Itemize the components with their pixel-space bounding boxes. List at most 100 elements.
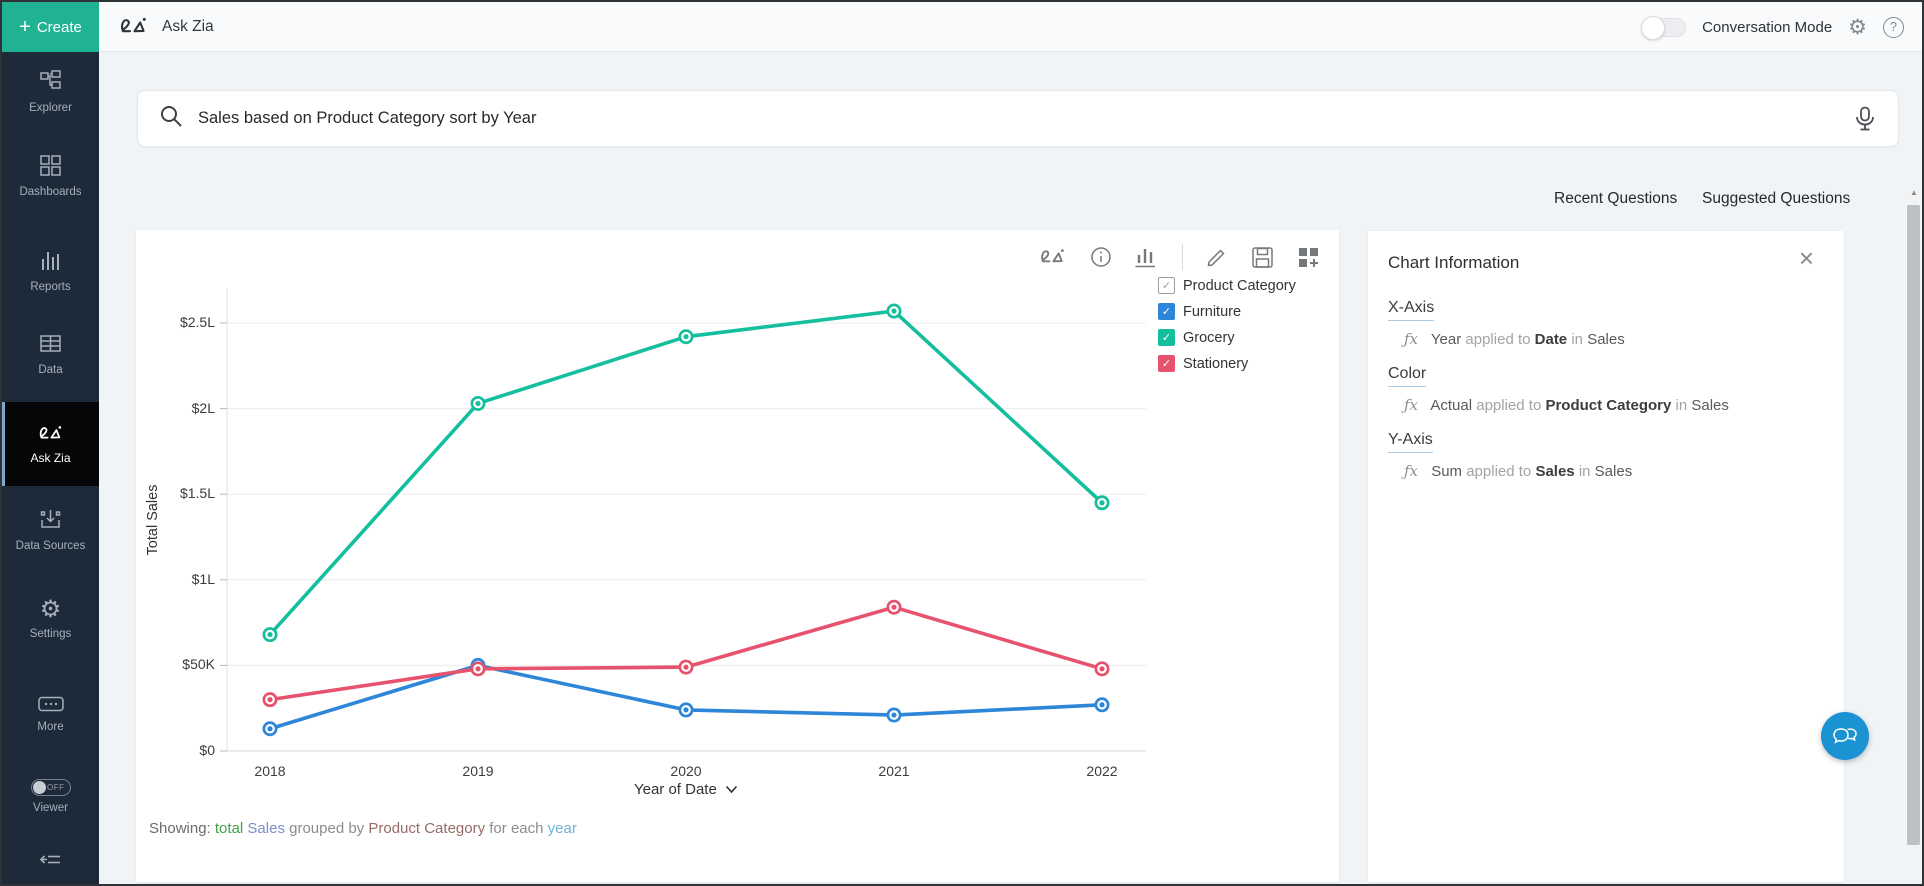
close-icon[interactable]: ×	[1799, 243, 1814, 274]
sidebar-item-more[interactable]: More	[2, 696, 99, 733]
gear-icon: ⚙	[40, 598, 62, 622]
sidebar-item-reports[interactable]: Reports	[2, 249, 99, 293]
scroll-up-icon[interactable]: ▲	[1906, 188, 1922, 197]
sidebar-item-dashboards[interactable]: Dashboards	[2, 154, 99, 198]
sidebar-item-ask-zia-active[interactable]: Ask Zia	[2, 402, 99, 486]
viewer-toggle-knob	[33, 781, 46, 794]
data-point-stationery-2022[interactable]	[1099, 666, 1104, 671]
sidebar-item-settings[interactable]: ⚙ Settings	[2, 598, 99, 640]
field-name: Date	[1535, 331, 1568, 348]
microphone-icon[interactable]	[1854, 106, 1876, 139]
data-point-stationery-2019[interactable]	[475, 666, 480, 671]
sidebar-item-label: Reports	[30, 281, 70, 293]
x-tick-label: 2020	[641, 763, 731, 779]
sidebar-item-viewer[interactable]: OFF Viewer	[2, 779, 99, 814]
showing-group-field[interactable]: Product Category	[368, 820, 485, 837]
data-point-grocery-2022[interactable]	[1099, 500, 1104, 505]
y-tick-label: $2.5L	[136, 314, 215, 330]
y-tick-label: $0	[136, 742, 215, 758]
table-name: Sales	[1595, 463, 1633, 480]
section-title[interactable]: Color	[1388, 365, 1426, 387]
sidebar-item-label: Data	[38, 364, 62, 376]
showing-measure[interactable]: Sales	[247, 820, 285, 837]
plus-icon: +	[19, 17, 31, 37]
y-tick-label: $50K	[136, 656, 215, 672]
chart-card: ✓ Product Category ✓Furniture✓Grocery✓St…	[136, 230, 1339, 882]
sidebar: + Create Explorer Dashboards	[2, 2, 99, 884]
chat-assistant-button[interactable]	[1821, 712, 1869, 760]
sidebar-item-label: Data Sources	[11, 539, 91, 554]
info-section-y-axis: Y-Axis ƒx Sum applied to Sales in Sales	[1388, 431, 1824, 480]
recent-questions-link[interactable]: Recent Questions	[1554, 190, 1677, 208]
in-text: in	[1571, 331, 1583, 348]
section-title[interactable]: Y-Axis	[1388, 431, 1433, 453]
chevron-down-icon	[725, 785, 738, 794]
applied-to-text: applied to	[1476, 397, 1541, 414]
showing-grouped-by: grouped by	[289, 820, 364, 837]
function-name: Sum	[1431, 463, 1462, 480]
toggle-knob	[1641, 16, 1665, 40]
data-point-grocery-2021[interactable]	[891, 308, 896, 313]
sidebar-item-data[interactable]: Data	[2, 332, 99, 376]
sidebar-item-label: Settings	[30, 628, 72, 640]
more-icon	[38, 696, 64, 715]
viewer-toggle-state: OFF	[47, 783, 65, 792]
data-point-grocery-2020[interactable]	[683, 334, 688, 339]
scrollbar-thumb[interactable]	[1907, 205, 1920, 845]
field-name: Product Category	[1545, 397, 1671, 414]
section-title[interactable]: X-Axis	[1388, 299, 1434, 321]
y-tick-label: $1L	[136, 571, 215, 587]
explorer-icon	[39, 70, 62, 96]
data-point-grocery-2019[interactable]	[475, 401, 480, 406]
series-line-stationery	[270, 607, 1102, 699]
x-tick-label: 2021	[849, 763, 939, 779]
showing-time-field[interactable]: year	[548, 820, 577, 837]
applied-to-text: applied to	[1466, 463, 1531, 480]
showing-prefix: Showing:	[149, 820, 211, 837]
help-icon[interactable]: ?	[1883, 17, 1904, 38]
data-point-furniture-2022[interactable]	[1099, 702, 1104, 707]
x-tick-label: 2019	[433, 763, 523, 779]
sidebar-collapse-button[interactable]	[2, 850, 99, 873]
sidebar-item-data-sources[interactable]: Data Sources	[2, 507, 99, 554]
in-text: in	[1579, 463, 1591, 480]
sidebar-item-label: Ask Zia	[30, 451, 70, 465]
sidebar-item-label: Viewer	[33, 802, 68, 814]
reports-icon	[39, 249, 62, 275]
data-point-grocery-2018[interactable]	[267, 632, 272, 637]
panel-title: Chart Information	[1388, 253, 1519, 273]
data-point-stationery-2021[interactable]	[891, 605, 896, 610]
field-name: Sales	[1535, 463, 1574, 480]
data-point-stationery-2018[interactable]	[267, 697, 272, 702]
search-icon	[158, 103, 184, 134]
sidebar-item-label: Explorer	[29, 102, 72, 114]
suggested-questions-link[interactable]: Suggested Questions	[1702, 190, 1850, 208]
dashboards-icon	[39, 154, 62, 180]
applied-to-text: applied to	[1465, 331, 1530, 348]
conversation-mode-toggle[interactable]	[1642, 18, 1686, 37]
table-name: Sales	[1691, 397, 1729, 414]
data-point-stationery-2020[interactable]	[683, 665, 688, 670]
data-point-furniture-2018[interactable]	[267, 726, 272, 731]
create-button[interactable]: + Create	[2, 2, 99, 52]
settings-gear-icon[interactable]: ⚙	[1848, 17, 1867, 38]
showing-summary: Showing: total Sales grouped by Product …	[149, 820, 577, 837]
x-axis-field-dropdown[interactable]: Year of Date	[576, 781, 796, 798]
data-point-furniture-2021[interactable]	[891, 712, 896, 717]
scrollbar[interactable]: ▲	[1906, 183, 1922, 884]
y-tick-label: $1.5L	[136, 485, 215, 501]
search-query-text: Sales based on Product Category sort by …	[198, 109, 536, 128]
viewer-toggle[interactable]: OFF	[31, 779, 71, 796]
chat-bubbles-icon	[1832, 724, 1858, 748]
page-title: Ask Zia	[162, 18, 214, 36]
top-bar: Ask Zia Conversation Mode ⚙ ?	[99, 2, 1922, 52]
showing-aggregate[interactable]: total	[215, 820, 243, 837]
series-line-furniture	[270, 665, 1102, 728]
y-tick-label: $2L	[136, 400, 215, 416]
search-input[interactable]: Sales based on Product Category sort by …	[137, 90, 1899, 147]
sidebar-item-explorer[interactable]: Explorer	[2, 70, 99, 114]
data-point-furniture-2020[interactable]	[683, 707, 688, 712]
conversation-mode-label: Conversation Mode	[1702, 19, 1832, 36]
chart-information-panel: Chart Information × X-Axis ƒx Year appli…	[1368, 231, 1844, 882]
line-chart-plot	[136, 230, 1339, 810]
